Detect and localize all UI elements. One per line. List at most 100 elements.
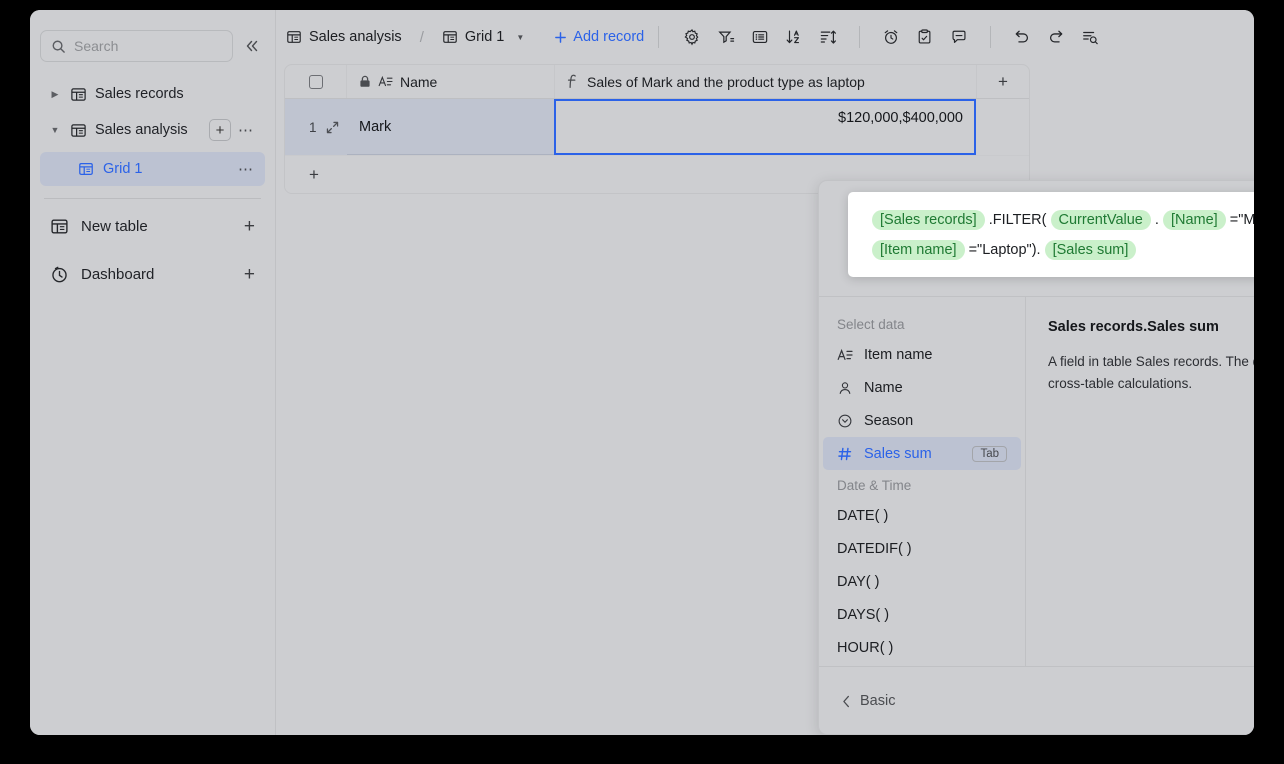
function-item-label: DAYS( ) [837, 606, 890, 623]
search-icon [51, 39, 66, 54]
table-icon [70, 86, 87, 103]
sidebar-item-sales-records[interactable]: ▶ Sales records [40, 76, 265, 112]
row-number-cell[interactable]: 1 [285, 99, 347, 155]
redo-icon[interactable] [1039, 22, 1073, 52]
formula-icon [567, 74, 580, 89]
table-icon [50, 217, 69, 236]
function-item-date[interactable]: DATE( ) [823, 499, 1021, 532]
more-options-icon[interactable]: ⋯ [235, 162, 257, 177]
sort-az-icon[interactable] [777, 22, 811, 52]
formula-token-pill: [Sales sum] [1044, 239, 1137, 260]
add-record-button[interactable]: Add record [554, 29, 644, 45]
cell-formula-selected[interactable]: $120,000,$400,000 [554, 99, 976, 155]
sidebar-item-label: Sales analysis [95, 122, 188, 138]
chevron-left-icon [841, 695, 852, 708]
checkbox-icon [308, 74, 323, 89]
undo-icon[interactable] [1005, 22, 1039, 52]
grid-icon [78, 161, 94, 177]
search-record-icon[interactable] [1073, 22, 1107, 52]
keyboard-badge-tab: Tab [972, 445, 1007, 462]
function-item-label: DATE( ) [837, 507, 889, 524]
field-item-label: Name [864, 379, 903, 396]
sidebar-dashboard[interactable]: Dashboard + [40, 253, 265, 295]
column-header-formula[interactable]: Sales of Mark and the product type as la… [555, 65, 977, 98]
sidebar-new-table[interactable]: New table + [40, 205, 265, 247]
caret-down-icon[interactable]: ▼ [48, 125, 62, 135]
select-all-checkbox[interactable] [285, 65, 347, 98]
field-item-label: Item name [864, 346, 933, 363]
single-select-icon [837, 413, 853, 429]
cell-name[interactable]: Mark [347, 99, 555, 155]
dashboard-icon [50, 265, 69, 284]
function-item-datedif[interactable]: DATEDIF( ) [823, 532, 1021, 565]
back-to-basic-button[interactable]: Basic [841, 693, 1254, 709]
more-options-icon[interactable]: ⋯ [235, 123, 257, 138]
sidebar-divider [44, 198, 261, 199]
comment-icon[interactable] [942, 22, 976, 52]
alarm-icon[interactable] [874, 22, 908, 52]
caret-right-icon[interactable]: ▶ [48, 89, 62, 100]
dialog-footer: Basic Cancel Confirm [819, 666, 1254, 734]
breadcrumb: Sales analysis / Grid 1 ▼ [286, 29, 524, 46]
function-item-days[interactable]: DAYS( ) [823, 598, 1021, 631]
formula-token-text: . [1154, 212, 1159, 228]
function-item-day[interactable]: DAY( ) [823, 565, 1021, 598]
field-item-season[interactable]: Season [823, 404, 1021, 437]
formula-editor[interactable]: [Sales records] .FILTER( CurrentValue . … [848, 192, 1254, 278]
toolbar: Sales analysis / Grid 1 ▼ Add record [276, 10, 1254, 64]
breadcrumb-table-label[interactable]: Sales analysis [309, 29, 402, 45]
formula-token-pill: [Sales records] [872, 210, 985, 230]
doc-title: Sales records.Sales sum [1048, 319, 1219, 335]
formula-token-text: ="Laptop"). [968, 241, 1041, 258]
formula-token-pill: [Name] [1162, 210, 1226, 230]
gear-icon[interactable] [675, 22, 709, 52]
function-item-hour[interactable]: HOUR( ) [823, 631, 1021, 664]
dialog-body: Select data Item name Name Season Sales … [819, 296, 1254, 666]
field-list-panel: Select data Item name Name Season Sales … [819, 297, 1026, 666]
field-item-name[interactable]: Name [823, 371, 1021, 404]
chevrons-left-icon[interactable] [241, 35, 263, 57]
field-item-label: Season [864, 412, 914, 429]
filter-icon[interactable] [709, 22, 743, 52]
doc-description: A field in table Sales records. The data… [1048, 354, 1254, 391]
sidebar-item-grid-1[interactable]: Grid 1 ⋯ [40, 152, 265, 186]
plus-icon [554, 31, 567, 44]
text-field-icon [837, 348, 853, 362]
search-input[interactable]: Search [40, 30, 233, 62]
main-area: Sales analysis / Grid 1 ▼ Add record Nam… [276, 10, 1254, 735]
function-item-label: HOUR( ) [837, 639, 894, 656]
field-item-label: Sales sum [864, 445, 932, 462]
group-icon[interactable] [743, 22, 777, 52]
table-icon [286, 29, 302, 45]
column-header-name[interactable]: Name [347, 65, 555, 98]
sidebar-item-sales-analysis[interactable]: ▼ Sales analysis + ⋯ [40, 112, 265, 148]
add-table-button[interactable]: + [244, 217, 255, 236]
field-item-item-name[interactable]: Item name [823, 338, 1021, 371]
row-tail [976, 99, 1029, 155]
toolbar-divider [859, 26, 861, 48]
form-icon[interactable] [908, 22, 942, 52]
expand-record-icon[interactable] [325, 120, 340, 135]
sidebar: Search ▶ Sales records ▼ Sales analysis … [30, 10, 276, 735]
sidebar-search-row: Search [30, 10, 275, 62]
toolbar-divider [658, 26, 660, 48]
formula-token-pill: [Item name] [872, 239, 965, 260]
table-row: 1 Mark $120,000,$400,000 [285, 99, 1029, 155]
function-item-label: DATEDIF( ) [837, 540, 912, 557]
formula-token-pill: CurrentValue [1050, 210, 1151, 230]
breadcrumb-view-label[interactable]: Grid 1 [465, 29, 505, 45]
add-view-button[interactable]: + [209, 119, 231, 141]
text-field-icon [378, 75, 393, 88]
add-dashboard-button[interactable]: + [244, 265, 255, 284]
row-height-icon[interactable] [811, 22, 845, 52]
chevron-down-icon[interactable]: ▼ [516, 33, 524, 42]
add-column-button[interactable]: + [977, 65, 1029, 98]
sidebar-dashboard-label: Dashboard [81, 265, 155, 283]
search-placeholder: Search [74, 38, 119, 54]
formula-token-text: .FILTER( [988, 212, 1047, 228]
column-header-label: Name [400, 73, 438, 90]
field-item-sales-sum[interactable]: Sales sum Tab [823, 437, 1021, 470]
function-item-label: DAY( ) [837, 573, 880, 590]
table-icon [70, 122, 87, 139]
group-label-date-time: Date & Time [837, 478, 912, 493]
